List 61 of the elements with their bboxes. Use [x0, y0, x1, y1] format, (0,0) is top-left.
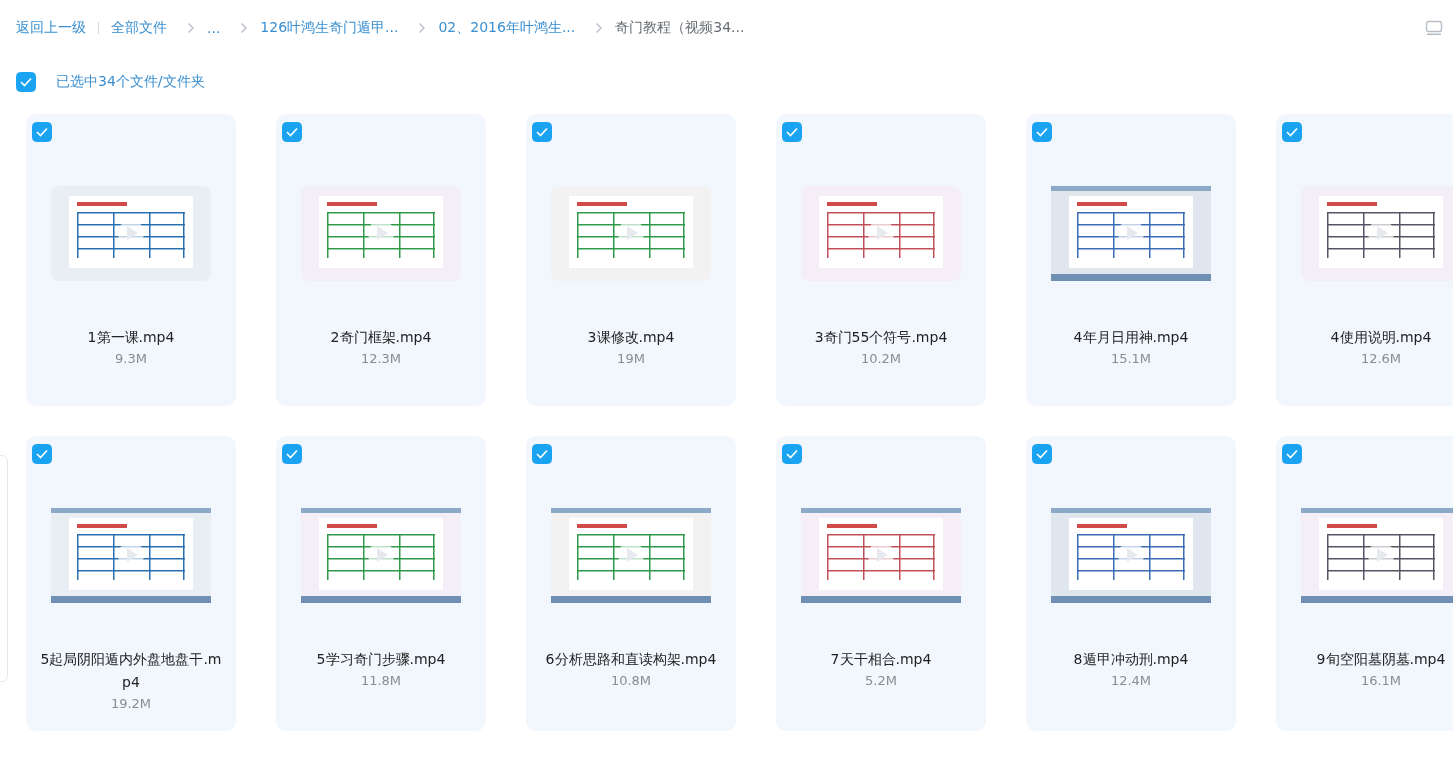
file-size: 16.1M [1360, 673, 1402, 688]
file-name: 8遁甲冲动刑.mp4 [1072, 650, 1190, 669]
breadcrumb-link[interactable]: 全部文件 [111, 19, 167, 37]
file-card[interactable]: 6分析思路和直读构架.mp4 10.8M [526, 436, 736, 731]
file-checkbox[interactable] [782, 444, 802, 464]
file-card[interactable]: 3奇门55个符号.mp4 10.2M [776, 114, 986, 406]
file-size: 12.4M [1110, 673, 1152, 688]
file-size: 11.8M [360, 673, 402, 688]
chevron-icon [187, 22, 195, 34]
file-name: 3奇门55个符号.mp4 [813, 328, 949, 347]
file-size: 10.8M [610, 673, 652, 688]
file-checkbox[interactable] [782, 122, 802, 142]
file-checkbox[interactable] [1032, 444, 1052, 464]
file-name: 4年月日用神.mp4 [1072, 328, 1190, 347]
file-checkbox[interactable] [1032, 122, 1052, 142]
file-card[interactable]: 2奇门框架.mp4 12.3M [276, 114, 486, 406]
file-card[interactable]: 3课修改.mp4 19M [526, 114, 736, 406]
file-name: 5学习奇门步骤.mp4 [315, 650, 447, 669]
file-name: 5起局阴阳遁内外盘地盘干.mp4 [39, 650, 223, 692]
file-size: 5.2M [865, 673, 897, 688]
back-link[interactable]: 返回上一级 [16, 19, 86, 37]
file-card[interactable]: 1第一课.mp4 9.3M [26, 114, 236, 406]
file-checkbox[interactable] [32, 122, 52, 142]
file-checkbox[interactable] [32, 444, 52, 464]
breadcrumb-link[interactable]: ... [207, 20, 221, 36]
file-card[interactable]: 9旬空阳墓阴墓.mp4 16.1M [1276, 436, 1453, 731]
file-checkbox[interactable] [532, 444, 552, 464]
file-name: 1第一课.mp4 [86, 328, 176, 347]
file-name: 6分析思路和直读构架.mp4 [544, 650, 718, 669]
file-size: 12.3M [360, 351, 402, 366]
select-all-checkbox[interactable] [16, 72, 36, 92]
breadcrumb-link[interactable]: 02、2016年叶鸿生... [438, 19, 576, 37]
file-card[interactable]: 4年月日用神.mp4 15.1M [1026, 114, 1236, 406]
file-checkbox[interactable] [1282, 122, 1302, 142]
breadcrumb-link[interactable]: 126叶鸿生奇门遁甲... [260, 19, 399, 37]
file-size: 19M [617, 351, 645, 366]
selection-count: 已选中34个文件/文件夹 [56, 73, 205, 91]
monitor-icon[interactable] [1425, 20, 1443, 36]
file-name: 2奇门框架.mp4 [329, 328, 433, 347]
chevron-icon [240, 22, 249, 34]
breadcrumb-current: 奇门教程（视频34... [615, 19, 745, 37]
file-checkbox[interactable] [282, 444, 302, 464]
file-name: 7天干相合.mp4 [829, 650, 933, 669]
file-card[interactable]: 7天干相合.mp4 5.2M [776, 436, 986, 731]
file-checkbox[interactable] [282, 122, 302, 142]
file-checkbox[interactable] [1282, 444, 1302, 464]
file-name: 3课修改.mp4 [586, 328, 676, 347]
file-name: 4使用说明.mp4 [1329, 328, 1433, 347]
file-card[interactable]: 5起局阴阳遁内外盘地盘干.mp4 19.2M [26, 436, 236, 731]
file-size: 12.6M [1360, 351, 1402, 366]
file-size: 9.3M [115, 351, 147, 366]
file-size: 10.2M [860, 351, 902, 366]
file-checkbox[interactable] [532, 122, 552, 142]
file-name: 9旬空阳墓阴墓.mp4 [1315, 650, 1447, 669]
chevron-icon [418, 22, 427, 34]
file-card[interactable]: 5学习奇门步骤.mp4 11.8M [276, 436, 486, 731]
file-size: 15.1M [1110, 351, 1152, 366]
file-card[interactable]: 8遁甲冲动刑.mp4 12.4M [1026, 436, 1236, 731]
file-size: 19.2M [110, 696, 152, 711]
file-card[interactable]: 4使用说明.mp4 12.6M [1276, 114, 1453, 406]
chevron-icon [595, 22, 604, 34]
